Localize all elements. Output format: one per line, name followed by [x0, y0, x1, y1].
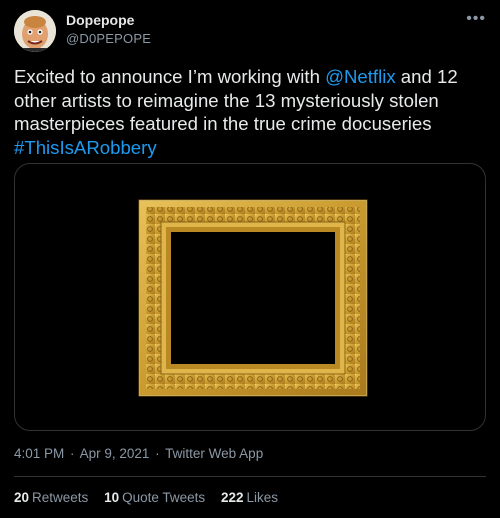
tweet-stats: 20 Retweets 10 Quote Tweets 222 Likes — [14, 490, 290, 505]
retweets-stat[interactable]: 20 Retweets — [14, 490, 88, 505]
tweet-meta: 4:01 PM · Apr 9, 2021 · Twitter Web App — [14, 446, 265, 461]
quote-tweets-stat[interactable]: 10 Quote Tweets — [104, 490, 205, 505]
retweets-label: Retweets — [32, 490, 89, 505]
likes-stat[interactable]: 222 Likes — [221, 490, 278, 505]
tweet-text: Excited to announce I’m working with @Ne… — [14, 65, 486, 159]
retweets-count: 20 — [14, 490, 30, 505]
avatar-image — [14, 10, 56, 52]
user-handle[interactable]: @D0PEPOPE — [66, 31, 151, 46]
user-name[interactable]: Dopepope — [66, 12, 134, 28]
mention-link[interactable]: @Netflix — [325, 66, 396, 87]
likes-count: 222 — [220, 490, 244, 505]
tweet-media[interactable] — [14, 163, 486, 431]
avatar[interactable] — [14, 10, 56, 52]
quote-tweets-count: 10 — [104, 490, 120, 505]
tweet-card: Dopepope @D0PEPOPE ••• Excited to announ… — [0, 0, 500, 518]
empty-frame-image — [138, 199, 368, 397]
tweet-source[interactable]: Twitter Web App — [165, 446, 263, 461]
separator: · — [155, 446, 160, 461]
likes-label: Likes — [246, 490, 278, 505]
more-icon[interactable]: ••• — [466, 10, 486, 28]
tweet-time[interactable]: 4:01 PM — [14, 446, 64, 461]
hashtag-link[interactable]: #ThisIsARobbery — [14, 137, 157, 158]
tweet-header: Dopepope @D0PEPOPE ••• — [14, 10, 486, 52]
tweet-text-part: Excited to announce I’m working with — [14, 66, 326, 87]
tweet-date[interactable]: Apr 9, 2021 — [80, 446, 150, 461]
divider — [14, 476, 486, 477]
separator: · — [70, 446, 75, 461]
quote-tweets-label: Quote Tweets — [122, 490, 206, 505]
